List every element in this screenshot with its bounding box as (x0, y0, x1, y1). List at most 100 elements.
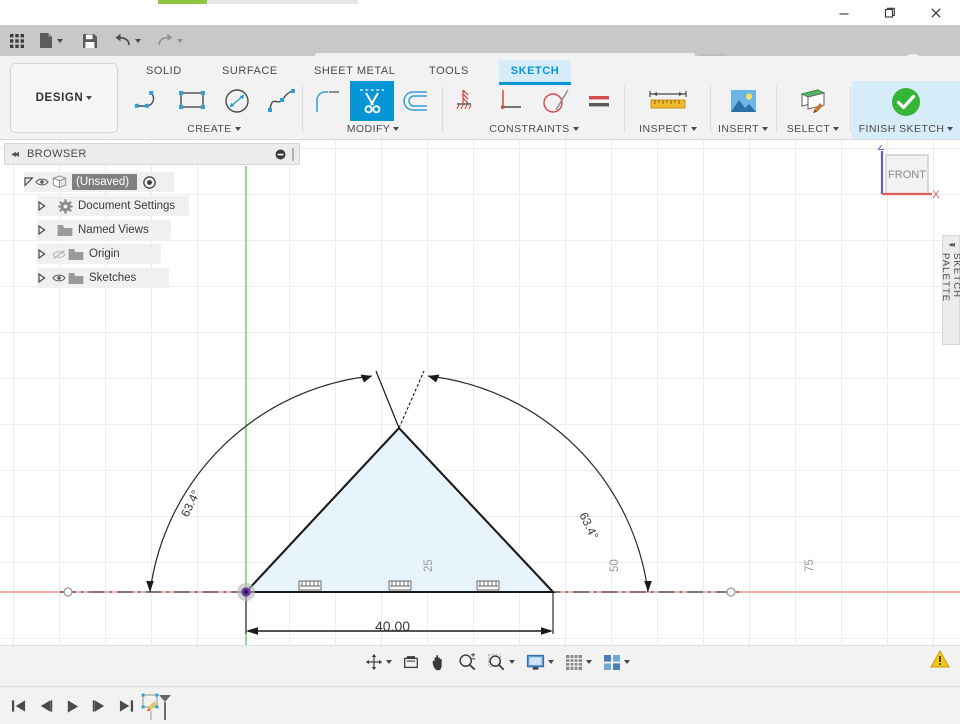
expand-arrow-collapsed-icon[interactable] (37, 249, 47, 259)
chevron-down-icon[interactable] (234, 127, 241, 131)
browser-title: BROWSER (27, 148, 87, 160)
viewports-icon[interactable] (600, 650, 633, 674)
inspect-measure-icon (628, 83, 708, 121)
window-minimize-button[interactable] (822, 0, 866, 25)
sketch-palette-tab[interactable]: ◂◂ SKETCH PALETTE (940, 235, 960, 345)
chevron-down-icon[interactable] (833, 127, 840, 131)
design-workspace-label: DESIGN (35, 92, 84, 104)
insert-label[interactable]: INSERT (712, 123, 774, 135)
chevron-down-icon[interactable] (572, 127, 579, 131)
tab-tools[interactable]: TOOLS (420, 60, 478, 82)
finish-sketch-label[interactable]: FINISH SKETCH (852, 123, 960, 135)
grid-snaps-icon[interactable] (562, 650, 595, 674)
select-button[interactable]: SELECT (778, 81, 848, 139)
tree-item-named-views[interactable]: Named Views (4, 218, 204, 242)
chevron-down-icon[interactable] (393, 127, 400, 131)
folder-icon (67, 248, 85, 261)
tab-sheet-metal[interactable]: SHEET METAL (305, 60, 404, 82)
chevron-down-icon[interactable] (624, 660, 630, 664)
tree-item-origin[interactable]: Origin (4, 242, 204, 266)
tab-sheet-metal-label: SHEET METAL (314, 65, 396, 77)
radio-selected-icon[interactable] (143, 175, 156, 189)
perpendicular-constraint-icon[interactable] (490, 81, 534, 121)
expand-arrow-expanded-icon[interactable] (24, 177, 34, 187)
insert-button[interactable]: INSERT (712, 81, 774, 139)
arc-icon[interactable] (128, 81, 172, 121)
undo-button[interactable] (110, 28, 144, 53)
ribbon-divider (624, 86, 625, 132)
rectangle-icon[interactable] (172, 81, 216, 121)
visibility-eye-icon[interactable] (51, 273, 67, 283)
tab-solid[interactable]: SOLID (137, 60, 191, 82)
timeline-sketch-feature[interactable] (140, 691, 172, 723)
tab-surface[interactable]: SURFACE (213, 60, 287, 82)
chevron-down-icon[interactable] (947, 127, 954, 131)
ribbon-group-constraints-label[interactable]: CONSTRAINTS (446, 123, 622, 135)
expand-arrow-collapsed-icon[interactable] (37, 273, 47, 283)
expand-arrow-collapsed-icon[interactable] (37, 225, 47, 235)
collapse-left-icon[interactable]: ◂◂ (11, 149, 19, 160)
finish-sketch-button[interactable]: FINISH SKETCH (852, 81, 960, 139)
base-length-dimension[interactable]: 40.00 (375, 618, 410, 634)
chevron-down-icon[interactable] (134, 38, 141, 43)
zoom-icon[interactable] (455, 650, 480, 674)
window-close-button[interactable] (914, 0, 958, 25)
tangent-constraint-icon[interactable] (534, 81, 578, 121)
warning-triangle-icon[interactable] (930, 650, 950, 668)
ribbon-group-create-label[interactable]: CREATE (128, 123, 300, 135)
ribbon-divider (850, 86, 851, 132)
display-settings-icon[interactable] (523, 650, 557, 674)
fix-constraint-icon[interactable] (446, 81, 490, 121)
spline-icon[interactable] (260, 81, 304, 121)
chevron-down-icon[interactable] (690, 127, 697, 131)
zoom-window-icon[interactable] (484, 650, 518, 674)
tree-item-unsaved[interactable]: (Unsaved) (4, 170, 204, 194)
window-maximize-button[interactable] (868, 0, 912, 25)
look-at-icon[interactable] (399, 650, 423, 674)
inspect-button[interactable]: INSPECT (628, 81, 708, 139)
tree-item-document-settings[interactable]: Document Settings (4, 194, 204, 218)
sketch-canvas[interactable]: 63.4° 63.4° 40.00 25 50 75 ◂◂ BROWSER (U… (0, 140, 960, 645)
new-file-button[interactable] (34, 28, 68, 53)
orbit-icon[interactable] (362, 650, 395, 674)
ribbon-group-modify-label[interactable]: MODIFY (306, 123, 440, 135)
select-label[interactable]: SELECT (778, 123, 848, 135)
tree-item-sketches[interactable]: Sketches (4, 266, 204, 290)
chevron-down-icon[interactable] (548, 660, 554, 664)
horizontal-constraint-icon-2 (388, 580, 412, 591)
gear-icon (56, 198, 74, 214)
fusion-360-window: Untitled* ✕ + 1 (0, 0, 960, 724)
chevron-down-icon[interactable] (586, 660, 592, 664)
chevron-down-icon[interactable] (57, 38, 63, 43)
chevron-down-icon[interactable] (176, 38, 183, 43)
equal-constraint-icon[interactable] (578, 81, 622, 121)
visibility-eye-icon[interactable] (34, 177, 50, 187)
chevron-down-icon[interactable] (509, 660, 515, 664)
pan-icon[interactable] (427, 650, 451, 674)
inspect-label[interactable]: INSPECT (628, 123, 708, 135)
expand-arrow-collapsed-icon[interactable] (37, 201, 47, 211)
grip-icon[interactable] (291, 147, 295, 161)
circle-diameter-icon[interactable] (216, 81, 260, 121)
chevron-down-icon[interactable] (386, 660, 392, 664)
apps-grid-icon[interactable] (2, 28, 32, 53)
chevron-down-icon[interactable] (762, 127, 768, 131)
skip-to-end-icon[interactable] (114, 691, 139, 721)
trim-icon[interactable] (350, 81, 394, 121)
tree-item-label: Sketches (89, 272, 137, 284)
step-back-icon[interactable] (33, 691, 58, 721)
play-icon[interactable] (60, 691, 85, 721)
view-cube[interactable]: FRONT Z X (870, 145, 940, 213)
design-workspace-button[interactable]: DESIGN (10, 63, 118, 133)
chevron-down-icon[interactable] (86, 96, 93, 100)
minus-circle-icon[interactable] (275, 149, 286, 160)
offset-icon[interactable] (394, 81, 438, 121)
visibility-hidden-icon[interactable] (51, 249, 67, 260)
collapse-right-icon[interactable]: ◂◂ (948, 240, 955, 249)
save-button[interactable] (76, 28, 104, 53)
fillet-icon[interactable] (306, 81, 350, 121)
redo-button[interactable] (152, 28, 186, 53)
navigation-toolbar (362, 650, 633, 674)
skip-to-start-icon[interactable] (6, 691, 31, 721)
step-forward-icon[interactable] (87, 691, 112, 721)
